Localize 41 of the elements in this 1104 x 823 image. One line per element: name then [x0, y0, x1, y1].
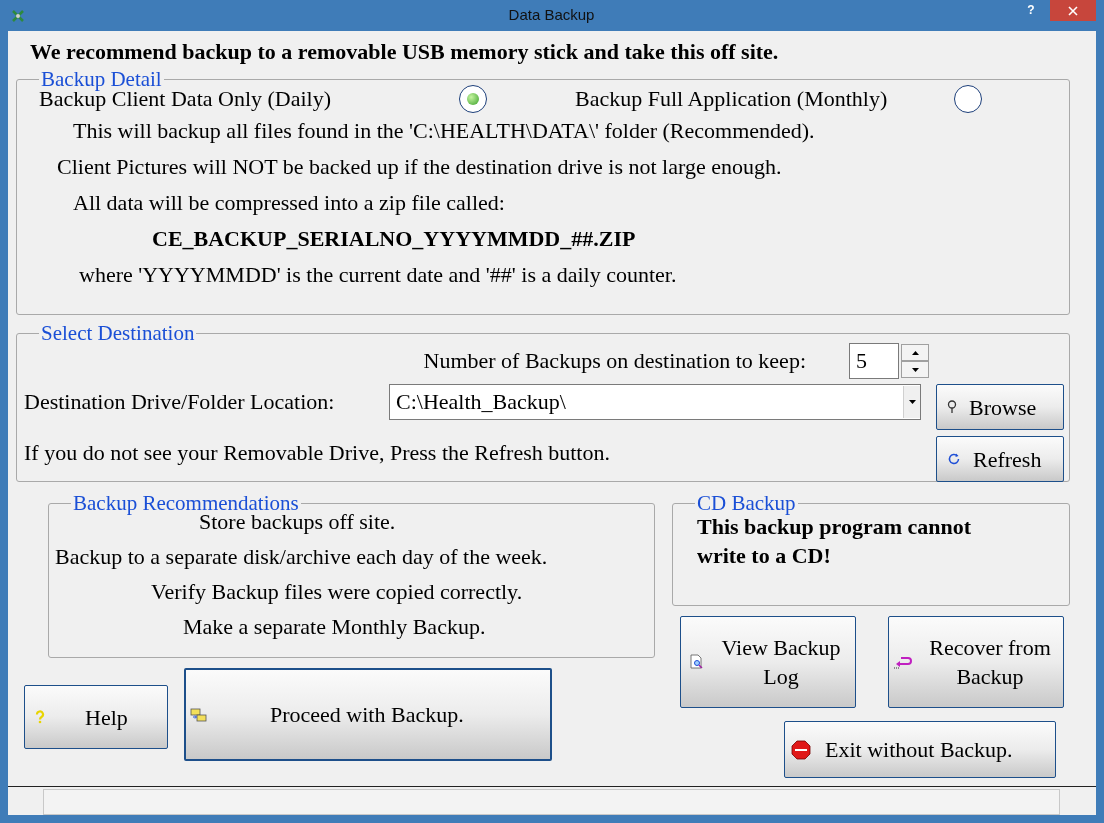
note-text: where 'YYYYMMDD' is the current date and '##' is a daily counter.: [78, 262, 677, 288]
group-legend: Select Destination: [39, 322, 197, 344]
folders-icon: [190, 707, 208, 722]
location-label: Destination Drive/Folder Location:: [24, 389, 336, 415]
radio-button[interactable]: [954, 85, 982, 113]
heading: We recommend backup to a removable USB memory stick and take this off site.: [29, 38, 780, 65]
cd-warning-text: This backup program cannot write to a CD!: [696, 514, 973, 570]
refresh-button[interactable]: Refresh: [936, 436, 1064, 482]
recommendation-text: Backup to a separate disk/archive each day of the week.: [54, 544, 548, 570]
spin-down-icon: [911, 367, 919, 372]
exit-button[interactable]: Exit without Backup.: [784, 721, 1056, 778]
note-text: Client Pictures will NOT be backed up if the destination drive is not large enough.: [56, 154, 782, 180]
pin-icon: [947, 400, 957, 414]
app-icon: [11, 8, 25, 23]
radio-label: Backup Full Application (Monthly): [575, 86, 889, 112]
spin-up-icon: [911, 350, 919, 355]
browse-button[interactable]: Browse: [936, 384, 1064, 430]
note-text: This will backup all files found in the 'C:\HEALTH\DATA\' folder (Recommended).: [72, 118, 815, 144]
filename-text: CE_BACKUP_SERIALNO_YYYYMMDD_##.ZIP: [151, 226, 636, 252]
stop-sign-icon: [791, 739, 811, 760]
recover-button[interactable]: Recover from Backup: [888, 616, 1064, 708]
recommendation-text: Make a separate Monthly Backup.: [182, 614, 486, 640]
view-log-button[interactable]: View Backup Log: [680, 616, 856, 708]
help-title-button[interactable]: ?: [1018, 0, 1044, 20]
group-legend: CD Backup: [695, 492, 798, 514]
close-button[interactable]: [1050, 0, 1096, 21]
dropdown-arrow-icon: [908, 400, 916, 404]
refresh-hint: If you do not see your Removable Drive, Press the Refresh button.: [23, 440, 610, 466]
refresh-icon: [947, 452, 961, 466]
close-icon: [1068, 5, 1078, 16]
proceed-button[interactable]: Proceed with Backup.: [184, 668, 552, 761]
keep-count-label: Number of Backups on destination to keep:: [423, 348, 806, 374]
note-text: All data will be compressed into a zip file called:: [72, 190, 505, 216]
radio-button[interactable]: [459, 85, 487, 113]
location-dropdown[interactable]: C:\Health_Backup\: [389, 384, 921, 420]
help-button[interactable]: Help: [24, 685, 168, 749]
recommendation-text: Verify Backup files were copied correctly.: [150, 579, 523, 605]
return-arrow-icon: [893, 655, 913, 669]
question-icon: [35, 710, 45, 724]
document-search-icon: [689, 654, 705, 670]
window-title: Data Backup: [507, 5, 596, 26]
